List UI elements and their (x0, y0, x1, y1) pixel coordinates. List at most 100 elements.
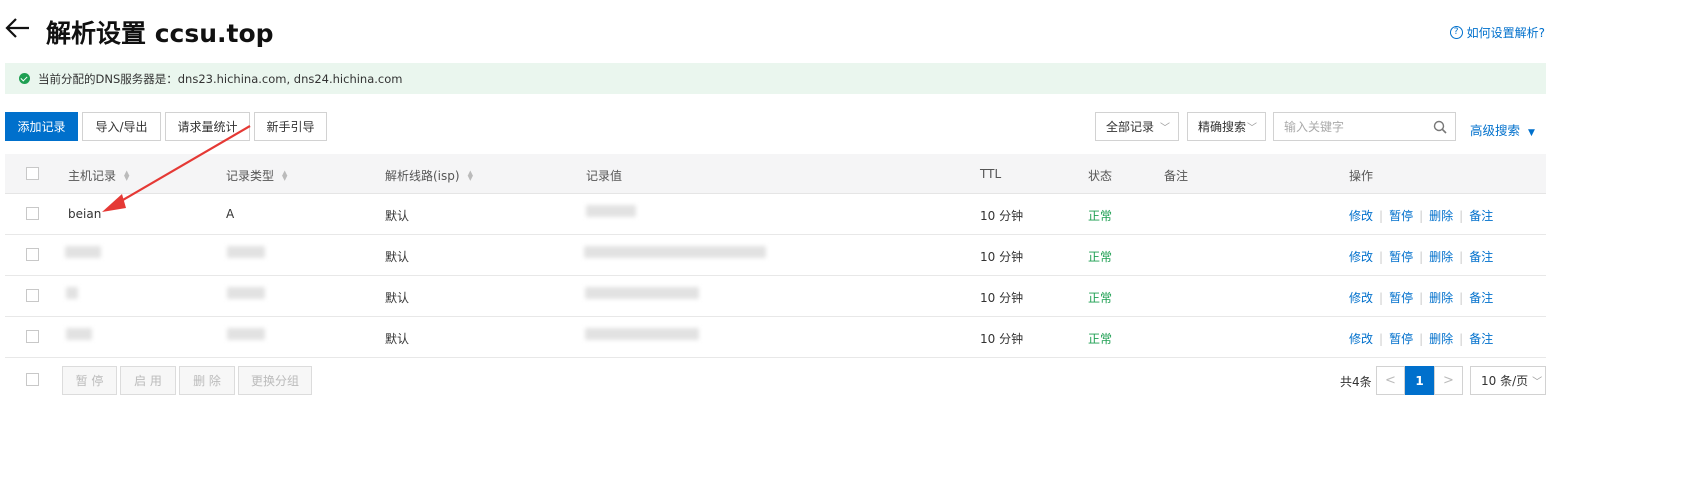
delete-link[interactable]: 删除 (1429, 291, 1453, 305)
column-line-label: 解析线路(isp) (385, 169, 460, 183)
back-arrow-icon[interactable] (4, 14, 32, 42)
line-cell: 默认 (385, 291, 410, 305)
status-cell: 正常 (1088, 332, 1113, 346)
search-input[interactable] (1274, 118, 1433, 135)
chevron-right-icon: > (1443, 373, 1454, 388)
note-link[interactable]: 备注 (1469, 291, 1493, 305)
next-page-button[interactable]: > (1434, 366, 1463, 395)
ttl-cell: 10 分钟 (980, 209, 1024, 223)
pause-link[interactable]: 暂停 (1389, 291, 1413, 305)
annotation-arrow (102, 125, 251, 212)
change-group-button[interactable]: 更换分组 (238, 366, 312, 395)
advanced-search-label: 高级搜索 (1470, 123, 1521, 138)
edit-link[interactable]: 修改 (1349, 209, 1373, 223)
redacted-value (586, 205, 636, 217)
bulk-delete-button[interactable]: 删 除 (179, 366, 235, 395)
pause-link[interactable]: 暂停 (1389, 250, 1413, 264)
redacted-value (585, 287, 699, 299)
note-link[interactable]: 备注 (1469, 209, 1493, 223)
search-mode-select[interactable]: 精确搜索 ﹀ (1187, 112, 1266, 141)
divider: | (1379, 332, 1384, 346)
divider: | (1419, 250, 1424, 264)
divider: | (1419, 209, 1424, 223)
column-header-line[interactable]: 解析线路(isp) ▲ ▼ (385, 167, 473, 184)
divider: | (1459, 209, 1464, 223)
dns-info-text: 当前分配的DNS服务器是：dns23.hichina.com, dns24.hi… (38, 71, 403, 86)
redacted-value (584, 246, 766, 258)
chevron-down-icon: ﹀ (1160, 123, 1171, 134)
record-filter-select[interactable]: 全部记录 ﹀ (1095, 112, 1179, 141)
line-cell: 默认 (385, 250, 410, 264)
redacted-type (227, 328, 265, 340)
guide-button[interactable]: 新手引导 (254, 112, 327, 141)
note-link[interactable]: 备注 (1469, 332, 1493, 346)
column-header-ttl: TTL (980, 167, 1002, 181)
column-header-actions: 操作 (1349, 169, 1374, 183)
help-link-label: 如何设置解析? (1466, 26, 1545, 40)
row-checkbox[interactable] (26, 330, 39, 343)
redacted-host (66, 287, 78, 299)
column-header-value: 记录值 (586, 169, 623, 183)
column-header-note: 备注 (1164, 169, 1189, 183)
table-row: 默认 10 分钟 正常 修改 | 暂停 | 删除 | 备注 (5, 317, 1546, 358)
search-box (1273, 112, 1456, 141)
caret-down-icon: ▼ (1528, 128, 1535, 138)
total-count: 共4条 (1340, 375, 1372, 389)
delete-link[interactable]: 删除 (1429, 332, 1453, 346)
divider: | (1419, 332, 1424, 346)
redacted-type (227, 246, 265, 258)
delete-link[interactable]: 删除 (1429, 250, 1453, 264)
add-record-button[interactable]: 添加记录 (5, 112, 78, 141)
edit-link[interactable]: 修改 (1349, 332, 1373, 346)
divider: | (1459, 291, 1464, 305)
page-1-button[interactable]: 1 (1405, 366, 1434, 395)
footer-select-all-checkbox[interactable] (26, 373, 39, 386)
row-checkbox[interactable] (26, 289, 39, 302)
prev-page-button[interactable]: < (1376, 366, 1405, 395)
table-row: 默认 10 分钟 正常 修改 | 暂停 | 删除 | 备注 (5, 235, 1546, 276)
column-header-status: 状态 (1088, 169, 1113, 183)
divider: | (1459, 332, 1464, 346)
chevron-left-icon: < (1385, 373, 1396, 388)
sort-icon[interactable]: ▲ ▼ (282, 169, 287, 181)
help-link[interactable]: ? 如何设置解析? (1449, 24, 1545, 41)
row-checkbox[interactable] (26, 248, 39, 261)
divider: | (1379, 291, 1384, 305)
delete-link[interactable]: 删除 (1429, 209, 1453, 223)
search-icon[interactable] (1433, 120, 1447, 134)
status-cell: 正常 (1088, 209, 1113, 223)
bulk-enable-button[interactable]: 启 用 (120, 366, 176, 395)
bulk-pause-button[interactable]: 暂 停 (62, 366, 117, 395)
page-title: 解析设置 ccsu.top (46, 19, 274, 48)
select-all-checkbox[interactable] (26, 167, 39, 180)
ttl-cell: 10 分钟 (980, 250, 1024, 264)
line-cell: 默认 (385, 332, 410, 346)
row-checkbox[interactable] (26, 207, 39, 220)
pause-link[interactable]: 暂停 (1389, 209, 1413, 223)
edit-link[interactable]: 修改 (1349, 291, 1373, 305)
pause-link[interactable]: 暂停 (1389, 332, 1413, 346)
edit-link[interactable]: 修改 (1349, 250, 1373, 264)
divider: | (1459, 250, 1464, 264)
question-circle-icon: ? (1449, 26, 1463, 39)
table-row: 默认 10 分钟 正常 修改 | 暂停 | 删除 | 备注 (5, 276, 1546, 317)
row-actions: 修改 | 暂停 | 删除 | 备注 (1349, 248, 1493, 265)
status-cell: 正常 (1088, 250, 1113, 264)
chevron-down-icon: ﹀ (1247, 123, 1258, 134)
divider: | (1379, 209, 1384, 223)
page-size-select[interactable]: 10 条/页 ﹀ (1470, 366, 1546, 395)
sort-icon[interactable]: ▲ ▼ (468, 169, 473, 181)
note-link[interactable]: 备注 (1469, 250, 1493, 264)
ttl-cell: 10 分钟 (980, 332, 1024, 346)
redacted-host (65, 246, 101, 258)
ttl-cell: 10 分钟 (980, 291, 1024, 305)
dns-info-bar: 当前分配的DNS服务器是：dns23.hichina.com, dns24.hi… (5, 63, 1546, 94)
chevron-down-icon: ﹀ (1532, 377, 1543, 388)
line-cell: 默认 (385, 209, 410, 223)
advanced-search-link[interactable]: 高级搜索 ▼ (1470, 120, 1535, 139)
redacted-type (227, 287, 265, 299)
record-filter-label: 全部记录 (1106, 120, 1155, 134)
redacted-host (66, 328, 92, 340)
row-actions: 修改 | 暂停 | 删除 | 备注 (1349, 207, 1493, 224)
status-cell: 正常 (1088, 291, 1113, 305)
